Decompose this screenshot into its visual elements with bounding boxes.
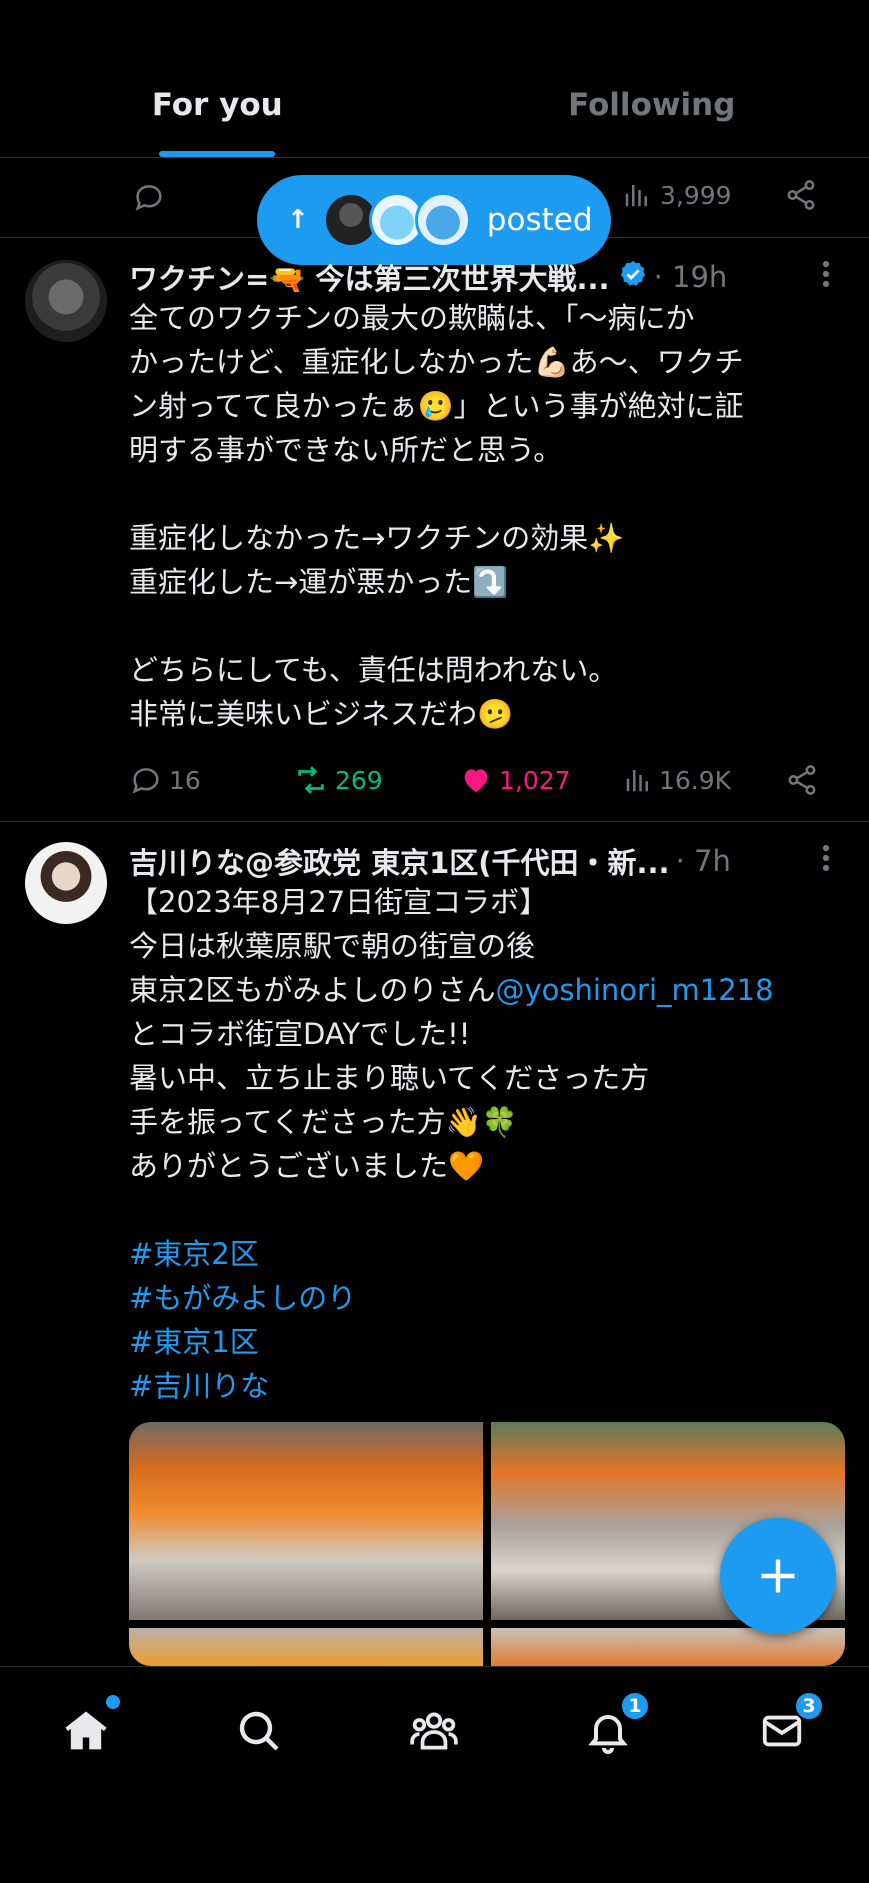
arrow-up-icon: ↑ <box>287 205 309 235</box>
reply-button[interactable]: 16 <box>129 763 201 797</box>
nav-search[interactable] <box>229 1701 289 1761</box>
hashtag-link[interactable]: #もがみよしのり <box>129 1276 845 1320</box>
mention-link[interactable]: @yoshinori_m1218 <box>495 973 773 1007</box>
search-icon <box>239 1711 279 1751</box>
avatar[interactable] <box>25 842 107 924</box>
tweet-header: ワクチン=🔫 今は第三次世界大戦... · 19h <box>129 256 839 298</box>
share-icon[interactable] <box>785 763 819 797</box>
retweet-count: 269 <box>335 765 383 795</box>
tweet-line: 全てのワクチンの最大の欺瞞は、「〜病にか <box>129 301 695 335</box>
nav-home[interactable] <box>56 1695 120 1761</box>
reply-icon[interactable] <box>132 180 166 218</box>
views-count-text: 16.9K <box>659 765 732 795</box>
tweet-line: とコラボ街宣DAYでした!! <box>129 1017 471 1051</box>
more-options-icon[interactable] <box>813 257 839 298</box>
tweet-line: 【2023年8月27日街宣コラボ】 <box>129 885 549 919</box>
hashtag-link[interactable]: #東京1区 <box>129 1320 845 1364</box>
author-name[interactable]: ワクチン=🔫 今は第三次世界大戦... <box>129 256 610 298</box>
tweet-line: 暑い中、立ち止まり聴いてくださった方 <box>129 1061 650 1095</box>
tweet-line-with-mention: 東京2区もがみよしのりさん@yoshinori_m1218 <box>129 968 845 1012</box>
posted-label: posted <box>486 202 593 238</box>
views-button[interactable]: 16.9K <box>623 765 731 795</box>
author-name[interactable]: 吉川りな@参政党 東京1区(千代田・新... <box>129 840 670 882</box>
timeline-tabs: For you Following <box>0 0 869 158</box>
nav-communities[interactable] <box>404 1701 464 1761</box>
nav-notifications[interactable]: 1 <box>578 1691 650 1761</box>
verified-badge-icon <box>618 259 648 296</box>
tweet-line: 明する事ができない所だと思う。 <box>129 433 563 467</box>
tweet-photo[interactable] <box>129 1628 483 1666</box>
tab-following-label: Following <box>568 86 736 123</box>
tweet-text: 【2023年8月27日街宣コラボ】 今日は秋葉原駅で朝の街宣の後 東京2区もがみ… <box>129 880 845 1408</box>
tweet-line: 今日は秋葉原駅で朝の街宣の後 <box>129 929 536 963</box>
tab-following[interactable]: Following <box>435 0 869 157</box>
tweet-text: 全てのワクチンの最大の欺瞞は、「〜病にか かったけど、重症化しなかった💪🏻あ〜、… <box>129 296 845 736</box>
share-icon[interactable] <box>784 178 818 216</box>
like-count: 1,027 <box>499 765 571 795</box>
new-content-dot <box>106 1695 120 1709</box>
tweet-line: 非常に美味いビジネスだわ🫤 <box>129 697 514 731</box>
active-tab-indicator <box>159 151 276 157</box>
views-count[interactable]: 3,999 <box>622 180 732 210</box>
nav-messages[interactable]: 3 <box>752 1691 824 1761</box>
tweet-time: · 19h <box>653 260 728 294</box>
messages-badge: 3 <box>794 1691 824 1721</box>
hashtag-link[interactable]: #吉川りな <box>129 1364 845 1408</box>
tweet-line-text: 東京2区もがみよしのりさん <box>129 973 496 1007</box>
tweet-photo[interactable] <box>491 1628 845 1666</box>
retweet-button[interactable]: 269 <box>293 763 383 797</box>
tweet-line: どちらにしても、責任は問われない。 <box>129 653 618 687</box>
tweet-header: 吉川りな@参政党 東京1区(千代田・新... · 7h <box>129 840 839 882</box>
views-count-text: 3,999 <box>660 180 732 210</box>
tweet-photo[interactable] <box>129 1422 483 1620</box>
more-options-icon[interactable] <box>813 841 839 882</box>
tab-for-you-label: For you <box>151 86 283 123</box>
tweet-line: 重症化した→運が悪かった⤵️ <box>129 565 509 599</box>
communities-icon <box>410 1712 458 1750</box>
tweet-time: · 7h <box>675 844 731 878</box>
bottom-navigation: 1 3 <box>0 1666 869 1883</box>
hashtag-link[interactable]: #東京2区 <box>129 1232 845 1276</box>
tweet-line: かったけど、重症化しなかった💪🏻あ〜、ワクチ <box>129 345 744 379</box>
tweet[interactable]: ワクチン=🔫 今は第三次世界大戦... · 19h 全てのワクチンの最大の欺瞞は… <box>0 238 869 822</box>
tab-for-you[interactable]: For you <box>0 0 435 157</box>
tweet-line: 重症化しなかった→ワクチンの効果✨ <box>129 521 625 555</box>
avatar[interactable] <box>25 260 107 342</box>
notifications-badge: 1 <box>620 1691 650 1721</box>
like-button[interactable]: 1,027 <box>459 764 571 796</box>
plus-icon <box>761 1559 795 1593</box>
tweet-line: ありがとうございました🧡 <box>129 1149 485 1183</box>
reply-count: 16 <box>169 765 201 795</box>
tweet-line: 手を振ってくださった方👋🍀 <box>129 1105 518 1139</box>
compose-button[interactable] <box>720 1518 836 1634</box>
tweet-line: ン射ってて良かったぁ🥲」という事が絶対に証 <box>129 389 744 423</box>
home-icon <box>65 1711 107 1750</box>
tweet-actions: 16 269 1,027 16.9K <box>129 760 843 800</box>
